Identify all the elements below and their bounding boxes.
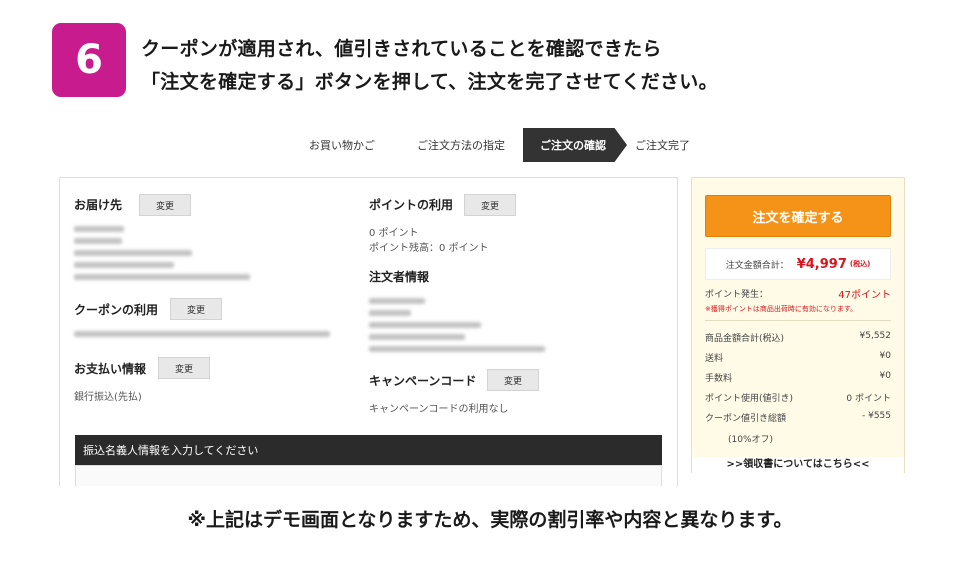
transfer-name-label: 振込名義人情報を入力してください: [83, 444, 259, 457]
order-total-value: ¥4,997: [796, 256, 847, 272]
progress-step-method: ご注文方法の指定: [417, 139, 505, 152]
payment-method: 銀行振込(先払): [74, 392, 142, 403]
progress-step-confirm: ご注文の確認: [523, 128, 627, 162]
order-total-box: 注文金額合計： ¥4,997 (税込): [705, 248, 891, 280]
coupon-code-blurred: [74, 331, 330, 337]
campaign-title: キャンペーンコード: [369, 374, 477, 388]
order-details-panel: お届け先 変更 クーポンの利用 変更 お支払い情報 変更 銀行振込(先払) ポイ…: [59, 177, 678, 486]
shipping-change-button[interactable]: 変更: [139, 194, 191, 216]
demo-disclaimer: ※上記はデモ画面となりますため、実際の割引率や内容と異なります。: [187, 509, 793, 531]
coupon-title: クーポンの利用: [74, 303, 159, 317]
instruction-line-1: クーポンが適用され、値引きされていることを確認できたら: [141, 38, 662, 60]
points-earned-value: 47ポイント: [838, 290, 891, 301]
payment-change-button[interactable]: 変更: [158, 357, 210, 379]
instruction-line-2: 「注文を確定する」ボタンを押して、注文を完了させてください。: [141, 71, 718, 93]
coupon-change-button[interactable]: 変更: [170, 298, 222, 320]
points-discount-label: ポイント使用(値引き): [705, 394, 794, 404]
points-change-button[interactable]: 変更: [464, 194, 516, 216]
step-number-badge: 6: [52, 23, 126, 97]
transfer-name-form[interactable]: [75, 465, 662, 486]
points-title: ポイントの利用: [369, 198, 454, 212]
shipping-fee-value: ¥0: [879, 351, 891, 361]
progress-step-cart: お買い物かご: [309, 139, 375, 152]
shipping-title: お届け先: [74, 198, 123, 212]
coupon-rate: (10%オフ): [728, 435, 774, 445]
campaign-note: キャンペーンコードの利用なし: [369, 404, 509, 415]
points-earned-label: ポイント発生：: [705, 290, 769, 300]
campaign-change-button[interactable]: 変更: [487, 369, 539, 391]
order-total-tax: (税込): [849, 260, 871, 268]
coupon-discount-label: クーポン値引き総額: [705, 414, 787, 424]
confirm-order-button[interactable]: 注文を確定する: [705, 195, 891, 237]
subtotal-label: 商品金額合計(税込): [705, 334, 785, 344]
shipping-fee-label: 送料: [705, 354, 724, 364]
points-used: 0 ポイント: [369, 228, 419, 239]
summary-divider: [705, 320, 891, 321]
handling-fee-value: ¥0: [879, 371, 891, 381]
transfer-name-header: 振込名義人情報を入力してください: [75, 435, 662, 465]
payment-title: お支払い情報: [74, 362, 147, 376]
subtotal-value: ¥5,552: [859, 331, 892, 341]
order-summary-panel: 注文を確定する 注文金額合計： ¥4,997 (税込) ポイント発生： 47ポイ…: [691, 177, 905, 473]
handling-fee-label: 手数料: [705, 374, 733, 384]
orderer-title: 注文者情報: [369, 270, 430, 284]
points-earned-note: ※獲得ポイントは商品出荷時に有効になります。: [705, 305, 858, 313]
points-balance: ポイント残高：0 ポイント: [369, 243, 489, 254]
receipt-info-link[interactable]: >>領収書についてはこちら<<: [692, 457, 904, 473]
order-total-label: 注文金額合計：: [725, 260, 789, 271]
coupon-discount-value: - ¥555: [861, 411, 891, 421]
points-discount-value: 0 ポイント: [846, 394, 891, 404]
progress-step-complete: ご注文完了: [635, 139, 690, 152]
checkout-progress: お買い物かご ご注文方法の指定 ご注文の確認 ご注文完了: [285, 128, 717, 162]
